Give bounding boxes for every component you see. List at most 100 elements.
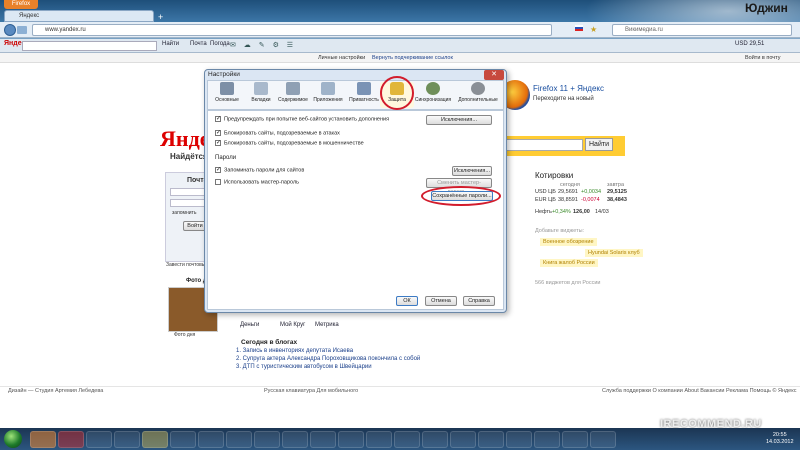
firefox-promo-title[interactable]: Firefox 11 + Яндекс	[533, 84, 604, 93]
ok-button[interactable]: ОК	[396, 296, 418, 306]
watermark: IRECOMMEND.RU	[660, 418, 762, 430]
toolbar-currency: USD 29,51	[735, 41, 765, 47]
quote-usd-value: 29,5691	[558, 189, 578, 195]
checkbox-master-password[interactable]: Использовать мастер-пароль	[215, 179, 299, 185]
quote-eur-label[interactable]: EUR ЦБ	[535, 197, 556, 203]
address-bar[interactable]: www.yandex.ru	[32, 24, 552, 36]
tab-content[interactable]: Содержимое	[276, 82, 310, 108]
mask-icon	[357, 82, 371, 95]
user-name: Юджин	[745, 1, 788, 15]
taskbar-app[interactable]	[562, 431, 588, 448]
system-clock[interactable]: 20:55 14.03.2012	[766, 432, 794, 446]
taskbar-app[interactable]	[534, 431, 560, 448]
gear-icon	[471, 82, 485, 95]
blog-item[interactable]: 3. ДТП с туристическим автобусом в Швейц…	[236, 364, 372, 370]
service-moikrug-link[interactable]: Мой Круг	[280, 322, 305, 328]
exceptions-button[interactable]: Исключения...	[426, 115, 492, 125]
taskbar-app[interactable]	[590, 431, 616, 448]
firefox-promo-subtitle: Переходите на новый	[533, 96, 594, 102]
checkbox-block-forgery[interactable]: ✓ Блокировать сайты, подозреваемые в моше…	[215, 140, 364, 146]
quote-oil-label[interactable]: Нефть	[535, 209, 552, 215]
start-button[interactable]	[4, 430, 22, 448]
taskbar-app[interactable]	[198, 431, 224, 448]
tab-sync[interactable]: Синхронизация	[414, 82, 452, 108]
taskbar-app[interactable]	[366, 431, 392, 448]
close-icon[interactable]: ✕	[484, 70, 504, 80]
quotes-head-today: сегодня	[560, 182, 580, 188]
highlight-ring	[421, 186, 501, 206]
toolbar-weather-button[interactable]: Погода	[210, 41, 230, 47]
quote-eur-value: 38,8591	[558, 197, 578, 203]
highlight-ring	[380, 76, 414, 110]
main-search-button[interactable]: Найти	[585, 138, 613, 151]
taskbar-chrome[interactable]	[86, 431, 112, 448]
widgets-title: Добавьте виджеты:	[535, 228, 585, 234]
taskbar-app[interactable]	[478, 431, 504, 448]
page-icon	[286, 82, 300, 95]
blog-item[interactable]: 1. Запись в инвенториях депутата Исаева	[236, 348, 353, 354]
taskbar-app[interactable]	[282, 431, 308, 448]
taskbar-app[interactable]	[226, 431, 252, 448]
tab-general[interactable]: Основные	[210, 82, 244, 108]
remember-checkbox[interactable]: запомнить	[172, 210, 196, 216]
footer-right-links[interactable]: Служба поддержки О компании About Ваканс…	[602, 388, 796, 394]
more-widgets-link[interactable]: 566 виджетов для России	[535, 280, 600, 286]
quote-oil-change: +0,34%	[552, 209, 571, 215]
apps-icon	[321, 82, 335, 95]
browser-tab[interactable]: Яндекс	[4, 10, 154, 22]
cancel-button[interactable]: Отмена	[425, 296, 457, 306]
taskbar-app[interactable]	[310, 431, 336, 448]
taskbar-explorer[interactable]	[142, 431, 168, 448]
service-metrika-link[interactable]: Метрика	[315, 322, 339, 328]
toolbar-mail-button[interactable]: Почта	[190, 41, 207, 47]
taskbar-app[interactable]	[506, 431, 532, 448]
taskbar-app[interactable]	[394, 431, 420, 448]
taskbar-app[interactable]	[338, 431, 364, 448]
taskbar-firefox[interactable]	[30, 431, 56, 448]
service-money-link[interactable]: Деньги	[240, 322, 259, 328]
widget-suggestion[interactable]: Военное обозрение	[540, 238, 597, 246]
checkbox-remember-passwords[interactable]: ✓ Запоминать пароли для сайтов	[215, 167, 304, 173]
taskbar-app[interactable]	[254, 431, 280, 448]
help-button[interactable]: Справка	[463, 296, 495, 306]
switch-icon	[220, 82, 234, 95]
taskbar-app[interactable]	[170, 431, 196, 448]
checkbox-block-attack[interactable]: ✓ Блокировать сайты, подозреваемые в атак…	[215, 130, 340, 136]
main-search-input[interactable]	[503, 139, 583, 151]
tab-applications[interactable]: Приложения	[311, 82, 345, 108]
taskbar-ie[interactable]	[114, 431, 140, 448]
footer-middle-links[interactable]: Русская клавиатура Для мобильного	[264, 388, 358, 394]
bookmark-star-icon[interactable]: ★	[590, 25, 600, 35]
tab-tabs[interactable]: Вкладки	[244, 82, 278, 108]
taskbar-app[interactable]	[450, 431, 476, 448]
blogs-title[interactable]: Сегодня в блогах	[241, 339, 297, 346]
photo-of-day-label[interactable]: Фото дня	[174, 332, 195, 338]
toolbar-icons[interactable]: ✉ ☁ ✎ ⚙ ☰	[230, 41, 330, 51]
footer-design-link[interactable]: Дизайн — Студия Артемия Лебедева	[8, 388, 103, 394]
widget-suggestion[interactable]: Hyundai Solaris клуб	[585, 249, 643, 257]
quote-usd-label[interactable]: USD ЦБ	[535, 189, 556, 195]
toolbar-search-input[interactable]	[22, 41, 157, 51]
taskbar-app[interactable]	[422, 431, 448, 448]
restore-links-link[interactable]: Вернуть подчеркивание ссылок	[372, 55, 453, 61]
widget-suggestion[interactable]: Книга жалоб России	[540, 259, 598, 267]
tab-advanced[interactable]: Дополнительные	[456, 82, 500, 108]
blog-item[interactable]: 2. Супруга актера Александра Пороховщико…	[236, 356, 420, 362]
search-field[interactable]: Викимедиа.ru	[612, 24, 792, 36]
back-button[interactable]	[4, 24, 16, 36]
quotes-title[interactable]: Котировки	[535, 171, 573, 180]
quote-oil-date: 14/03	[595, 209, 609, 215]
firefox-menu-button[interactable]: Firefox	[4, 0, 38, 9]
tab-privacy[interactable]: Приватность	[347, 82, 381, 108]
new-tab-button[interactable]: +	[158, 12, 170, 22]
quote-eur-tomorrow: 38,4843	[607, 197, 627, 203]
password-exceptions-button[interactable]: Исключения...	[452, 166, 492, 176]
taskbar-opera[interactable]	[58, 431, 84, 448]
forward-button[interactable]	[17, 26, 27, 34]
quotes-head-tomorrow: завтра	[607, 182, 625, 188]
personal-settings-link[interactable]: Личные настройки	[318, 55, 365, 61]
quote-oil-value: 126,00	[573, 209, 590, 215]
checkbox-warn-addons[interactable]: ✓ Предупреждать при попытке веб-сайтов ус…	[215, 116, 389, 122]
login-mail-link[interactable]: Войти в почту	[745, 55, 780, 61]
toolbar-find-button[interactable]: Найти	[162, 41, 179, 47]
